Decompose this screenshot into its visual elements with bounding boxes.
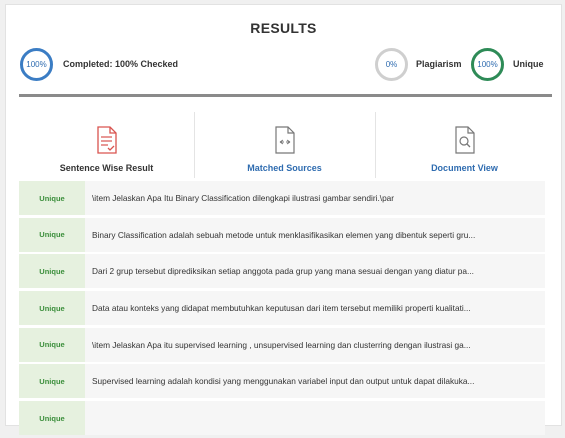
sentence-text: Dari 2 grup tersebut diprediksikan setia… xyxy=(92,266,474,277)
tab-document-view[interactable]: Document View xyxy=(377,112,552,178)
sentence-row[interactable]: Unique Dari 2 grup tersebut diprediksika… xyxy=(19,254,545,289)
status-badge: Unique xyxy=(19,181,85,215)
tab-label: Document View xyxy=(431,163,498,173)
sentence-row[interactable]: Unique Binary Classification adalah sebu… xyxy=(19,217,545,252)
status-badge: Unique xyxy=(19,254,85,289)
sentence-text: Binary Classification adalah sebuah meto… xyxy=(92,229,476,240)
sentence-row[interactable]: Unique Data atau konteks yang didapat me… xyxy=(19,291,545,326)
sentence-row[interactable]: Unique \item Jelaskan Apa Itu Binary Cla… xyxy=(19,181,545,215)
tab-label: Sentence Wise Result xyxy=(59,163,154,173)
document-search-icon xyxy=(454,126,476,159)
page-title: RESULTS xyxy=(250,20,317,36)
status-badge: Unique xyxy=(19,364,85,399)
status-badge: Unique xyxy=(19,217,85,252)
status-badge: Unique xyxy=(19,401,85,436)
tab-sentence-wise-result[interactable]: Sentence Wise Result xyxy=(19,112,194,178)
unique-percent: 100% xyxy=(477,60,498,69)
sentence-row[interactable]: Unique xyxy=(19,401,545,436)
sentence-row[interactable]: Unique Supervised learning adalah kondis… xyxy=(19,364,545,399)
sentence-text: \item Jelaskan Apa Itu Binary Classifica… xyxy=(92,193,395,203)
completed-label: Completed: 100% Checked xyxy=(63,59,179,69)
document-compare-icon xyxy=(274,126,296,159)
plagiarism-percent: 0% xyxy=(385,60,398,69)
document-list-icon xyxy=(96,126,118,159)
sentence-text: Data atau konteks yang didapat membutuhk… xyxy=(92,303,471,314)
sentence-text: \item Jelaskan Apa itu supervised learni… xyxy=(92,339,471,350)
sentence-list: Unique \item Jelaskan Apa Itu Binary Cla… xyxy=(19,181,545,438)
tab-separator xyxy=(194,112,195,178)
tab-label: Matched Sources xyxy=(247,163,322,173)
plagiarism-label: Plagiarism xyxy=(416,59,462,69)
results-divider xyxy=(19,94,552,97)
status-badge: Unique xyxy=(19,327,85,362)
completed-progress-ring: 100% xyxy=(20,48,53,81)
unique-ring: 100% xyxy=(471,48,504,81)
sentence-text: Supervised learning adalah kondisi yang … xyxy=(92,376,475,387)
tab-matched-sources[interactable]: Matched Sources xyxy=(197,112,372,178)
completed-percent: 100% xyxy=(26,60,47,69)
status-badge: Unique xyxy=(19,291,85,326)
plagiarism-ring: 0% xyxy=(375,48,408,81)
sentence-row[interactable]: Unique \item Jelaskan Apa itu supervised… xyxy=(19,327,545,362)
results-panel: RESULTS 100% Completed: 100% Checked 0% … xyxy=(5,4,562,436)
view-tabs: Sentence Wise Result Matched Sources Doc… xyxy=(19,112,552,178)
unique-label: Unique xyxy=(513,59,544,69)
tab-separator xyxy=(375,112,376,178)
